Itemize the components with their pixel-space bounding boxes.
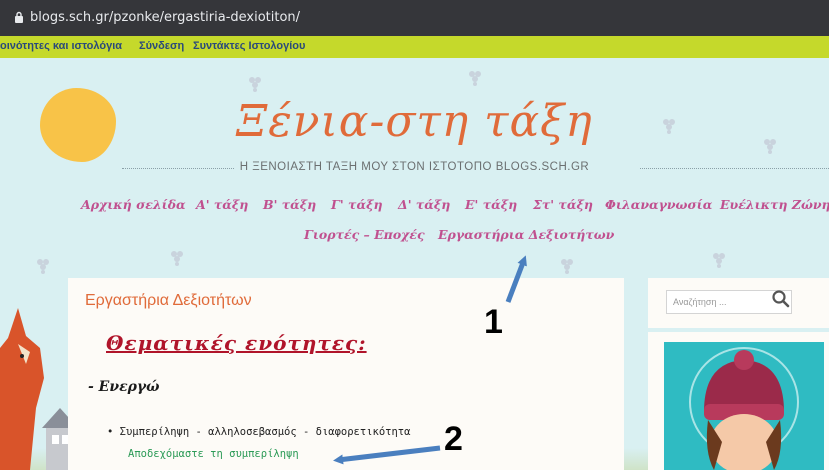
lock-icon bbox=[15, 11, 23, 23]
avatar-drawing bbox=[689, 347, 799, 470]
grape-icon bbox=[713, 253, 725, 268]
nav-holidays-seasons[interactable]: Γιορτές – Εποχές bbox=[304, 227, 425, 242]
nav-flexible-zone[interactable]: Ευέλικτη Ζώνη bbox=[720, 197, 829, 212]
annotation-label-2: 2 bbox=[444, 420, 463, 458]
nav-reading[interactable]: Φιλαναγνωσία bbox=[605, 197, 712, 212]
blogbar-login-link[interactable]: Σύνδεση bbox=[139, 40, 184, 52]
search-icon bbox=[772, 290, 790, 308]
browser-address-bar[interactable]: blogs.sch.gr/pzonke/ergastiria-dexiotito… bbox=[0, 0, 829, 36]
grape-icon bbox=[171, 251, 183, 266]
grape-icon bbox=[469, 71, 481, 86]
url-text[interactable]: blogs.sch.gr/pzonke/ergastiria-dexiotito… bbox=[30, 10, 300, 25]
list-item-text: Συμπερίληψη - αλληλοσεβασμός - διαφορετι… bbox=[119, 426, 411, 438]
page-background: Ξένια-στη τάξη Η ΞΕΝΟΙΑΣΤΗ ΤΑΞΗ ΜΟΥ ΣΤΟΝ… bbox=[0, 58, 829, 470]
nav-grade-b[interactable]: Β' τάξη bbox=[263, 197, 316, 212]
nav-skills-workshops[interactable]: Εργαστήρια Δεξιοτήτων bbox=[438, 227, 614, 242]
inclusion-link[interactable]: Αποδεχόμαστε τη συμπερίληψη bbox=[128, 448, 299, 460]
search-button[interactable] bbox=[770, 288, 792, 310]
blogbar-authors-link[interactable]: Συντάκτες Ιστολογίου bbox=[193, 40, 305, 52]
section-subheading: - Ενεργώ bbox=[88, 379, 160, 395]
section-title: Θεματικές ενότητες: bbox=[106, 331, 367, 355]
nav-grade-e[interactable]: Ε' τάξη bbox=[465, 197, 517, 212]
avatar-illustration bbox=[664, 342, 824, 470]
grape-icon bbox=[249, 77, 261, 92]
post-card: Εργαστήρια Δεξιοτήτων Θεματικές ενότητες… bbox=[68, 278, 624, 470]
search-widget bbox=[648, 278, 829, 328]
nav-home[interactable]: Αρχική σελίδα bbox=[81, 197, 186, 212]
blog-platform-bar: οινότητες και ιστολόγια Σύνδεση Συντάκτε… bbox=[0, 36, 829, 58]
bullet-dot: • bbox=[107, 426, 120, 438]
site-title[interactable]: Ξένια-στη τάξη bbox=[0, 96, 829, 147]
nav-grade-c[interactable]: Γ' τάξη bbox=[331, 197, 383, 212]
annotation-label-1: 1 bbox=[484, 303, 503, 341]
grape-icon bbox=[37, 259, 49, 274]
post-title[interactable]: Εργαστήρια Δεξιοτήτων bbox=[85, 292, 252, 310]
site-tagline-text: Η ΞΕΝΟΙΑΣΤΗ ΤΑΞΗ ΜΟΥ ΣΤΟΝ ΙΣΤΟΤΟΠΟ BLOGS… bbox=[233, 161, 596, 173]
list-item: • Συμπερίληψη - αλληλοσεβασμός - διαφορε… bbox=[107, 426, 410, 438]
nav-grade-d[interactable]: Δ' τάξη bbox=[398, 197, 450, 212]
site-tagline: Η ΞΕΝΟΙΑΣΤΗ ΤΑΞΗ ΜΟΥ ΣΤΟΝ ΙΣΤΟΤΟΠΟ BLOGS… bbox=[0, 161, 829, 173]
grape-icon bbox=[561, 259, 573, 274]
blogbar-communities-link[interactable]: οινότητες και ιστολόγια bbox=[0, 40, 122, 52]
nav-grade-a[interactable]: Α' τάξη bbox=[196, 197, 248, 212]
nav-grade-f[interactable]: Στ' τάξη bbox=[533, 197, 593, 212]
